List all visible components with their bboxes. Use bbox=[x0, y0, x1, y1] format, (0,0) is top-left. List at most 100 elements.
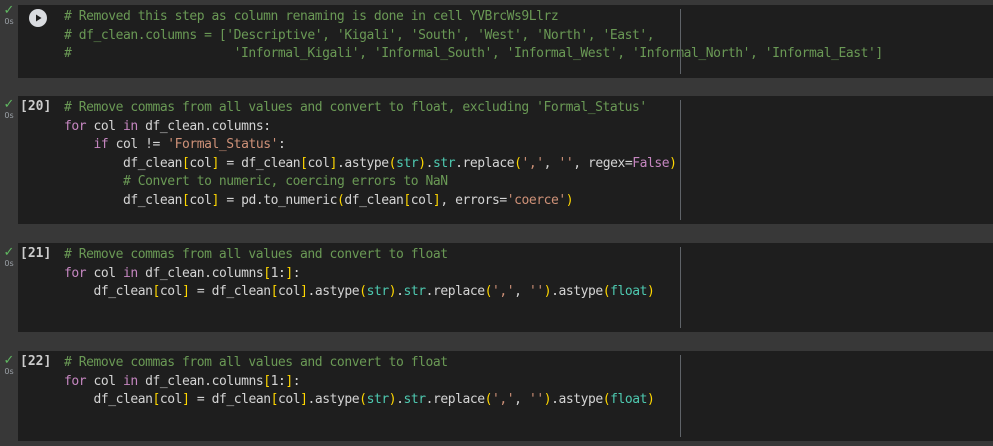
code-line: # Remove commas from all values and conv… bbox=[64, 354, 654, 373]
code-token: ) bbox=[543, 392, 552, 407]
code-token: [ bbox=[152, 284, 161, 299]
code-token: ( bbox=[514, 155, 522, 171]
cell-status: ✓ 0s bbox=[0, 4, 18, 26]
code-token: '' bbox=[528, 392, 544, 407]
code-line: # Removed this step as column renaming i… bbox=[64, 8, 883, 27]
code-token: = df_clean bbox=[189, 284, 271, 299]
code-token: .replace bbox=[455, 155, 515, 171]
code-token: ',' bbox=[492, 392, 515, 407]
code-token: , errors= bbox=[440, 192, 507, 208]
code-token: ) bbox=[418, 155, 426, 171]
execution-count: [20] bbox=[20, 99, 52, 114]
code-token: ( bbox=[484, 284, 493, 299]
code-token: ) bbox=[669, 155, 677, 171]
code-token: : bbox=[292, 373, 301, 389]
code-token: str bbox=[366, 284, 390, 299]
code-token: # df_clean.columns = ['Descriptive', 'Ki… bbox=[64, 27, 655, 43]
code-token: ) bbox=[388, 284, 397, 299]
code-token: for bbox=[64, 265, 87, 281]
execution-count: [22] bbox=[20, 354, 52, 369]
code-cell[interactable]: [20] # Remove commas from all values and… bbox=[18, 96, 993, 224]
code-line: for col in df_clean.columns: bbox=[64, 118, 677, 137]
code-token: col bbox=[86, 265, 124, 281]
code-editor[interactable]: # Remove commas from all values and conv… bbox=[64, 354, 655, 410]
code-editor[interactable]: # Remove commas from all values and conv… bbox=[64, 246, 655, 302]
code-line: # Convert to numeric, coercing errors to… bbox=[64, 173, 677, 192]
code-token: ',' bbox=[521, 155, 545, 171]
code-token: , bbox=[543, 155, 559, 171]
code-token: = df_clean bbox=[189, 392, 271, 407]
code-line: # df_clean.columns = ['Descriptive', 'Ki… bbox=[64, 27, 883, 46]
code-token: df_clean bbox=[64, 155, 183, 171]
code-token: col bbox=[410, 192, 434, 208]
code-token: [ bbox=[403, 192, 411, 208]
code-token: col bbox=[307, 155, 331, 171]
code-token: [ bbox=[300, 155, 308, 171]
code-token: col bbox=[86, 118, 124, 134]
code-token: = pd.to_numeric bbox=[218, 192, 337, 208]
code-token: .replace bbox=[425, 284, 485, 299]
code-token: # Convert to numeric, coercing errors to… bbox=[123, 174, 448, 189]
code-line: for col in df_clean.columns[1:]: bbox=[64, 373, 654, 392]
execution-count: [21] bbox=[20, 246, 52, 261]
code-token: df_clean.columns bbox=[137, 265, 264, 281]
code-token: str bbox=[396, 155, 419, 171]
code-token: in bbox=[123, 373, 138, 389]
code-line: df_clean[col] = df_clean[col].astype(str… bbox=[64, 155, 677, 174]
code-token: False bbox=[632, 155, 670, 171]
code-token: ',' bbox=[492, 284, 515, 299]
code-token: .astype bbox=[551, 284, 603, 299]
code-token: 1: bbox=[270, 373, 286, 389]
code-token: .replace bbox=[425, 392, 485, 407]
code-token: float bbox=[610, 284, 648, 299]
code-token: ( bbox=[484, 392, 493, 407]
code-token: # Remove commas from all values and conv… bbox=[64, 355, 448, 370]
checkmark-icon: ✓ bbox=[3, 97, 15, 112]
checkmark-icon: ✓ bbox=[3, 353, 15, 368]
code-token: [ bbox=[263, 265, 271, 281]
code-token: # Remove commas from all values and conv… bbox=[64, 100, 647, 115]
code-line: # Remove commas from all values and conv… bbox=[64, 246, 654, 265]
code-cell[interactable]: [22] # Remove commas from all values and… bbox=[18, 351, 993, 441]
code-token: df_clean bbox=[64, 392, 153, 407]
code-token: ( bbox=[388, 155, 397, 171]
code-line: for col in df_clean.columns[1:]: bbox=[64, 265, 654, 284]
code-token: , regex= bbox=[573, 155, 633, 171]
code-token: str bbox=[366, 392, 390, 407]
code-token: df_clean bbox=[344, 192, 404, 208]
code-token: '' bbox=[558, 155, 574, 171]
play-icon bbox=[36, 14, 42, 22]
code-token: , bbox=[514, 392, 529, 407]
run-cell-button[interactable] bbox=[29, 9, 47, 27]
code-token: '' bbox=[528, 284, 544, 299]
code-token: ] bbox=[329, 155, 338, 171]
code-token: in bbox=[123, 118, 138, 134]
code-token: col bbox=[278, 392, 301, 407]
code-token: [ bbox=[152, 392, 161, 407]
code-token: ( bbox=[359, 284, 367, 299]
code-cell[interactable]: [21] # Remove commas from all values and… bbox=[18, 243, 993, 332]
code-cell[interactable]: # Removed this step as column renaming i… bbox=[18, 5, 993, 78]
code-token: col bbox=[278, 284, 301, 299]
code-token: ] bbox=[300, 392, 308, 407]
code-token: [ bbox=[270, 284, 279, 299]
cell-status: ✓ 0s bbox=[0, 246, 18, 268]
code-token: ] bbox=[211, 192, 220, 208]
code-editor[interactable]: # Removed this step as column renaming i… bbox=[64, 8, 883, 64]
code-token: col bbox=[189, 155, 212, 171]
code-token: ] bbox=[285, 373, 293, 389]
code-editor[interactable]: # Remove commas from all values and conv… bbox=[64, 99, 677, 210]
code-token: ) bbox=[647, 284, 655, 299]
code-token: float bbox=[610, 392, 648, 407]
code-token: col bbox=[159, 284, 183, 299]
code-token: ] bbox=[285, 265, 293, 281]
ruler-line bbox=[680, 355, 681, 437]
checkmark-icon: ✓ bbox=[3, 3, 15, 18]
ruler-line bbox=[680, 247, 681, 328]
cell-status: ✓ 0s bbox=[0, 98, 18, 120]
code-token: [ bbox=[263, 373, 271, 389]
code-token: col bbox=[159, 392, 183, 407]
code-token: ) bbox=[647, 392, 655, 407]
code-token: .astype bbox=[337, 155, 389, 171]
